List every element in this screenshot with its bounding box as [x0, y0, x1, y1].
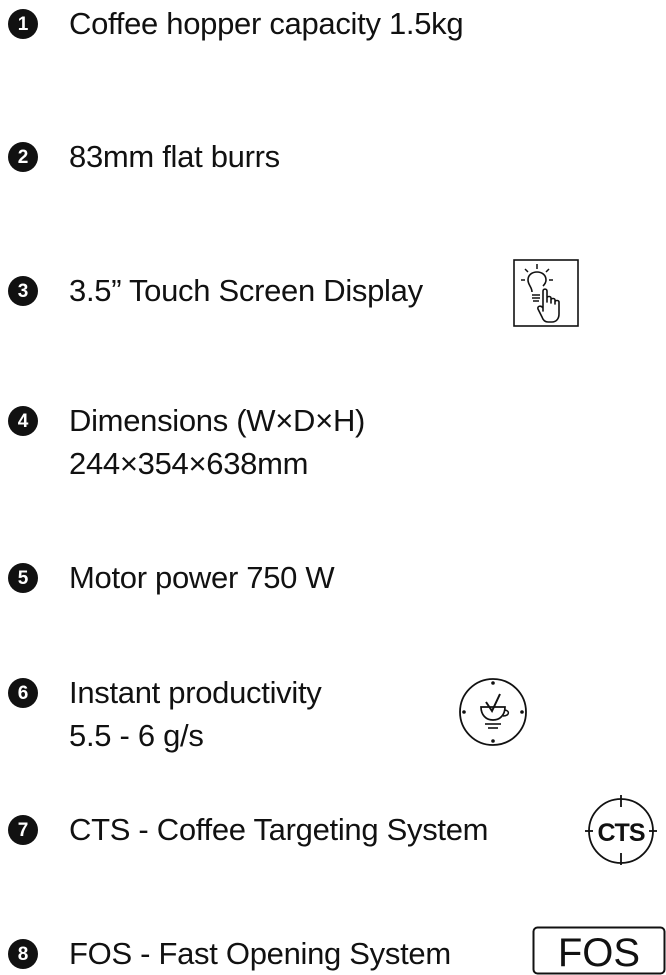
feature-number-badge: 4 [8, 406, 38, 436]
feature-number-badge: 3 [8, 276, 38, 306]
feature-text: Dimensions (W×D×H) 244×354×638mm [69, 399, 365, 485]
feature-text: 83mm flat burrs [69, 135, 280, 178]
feature-text: FOS - Fast Opening System [69, 932, 451, 975]
feature-value: 5.5 - 6 g/s [69, 718, 204, 753]
feature-number-badge: 8 [8, 939, 38, 969]
cts-icon: CTS [585, 795, 657, 865]
feature-text: Coffee hopper capacity 1.5kg [69, 2, 464, 45]
feature-number-badge: 1 [8, 9, 38, 39]
feature-number-badge: 5 [8, 563, 38, 593]
feature-value: 244×354×638mm [69, 446, 309, 481]
feature-label: CTS - Coffee Targeting System [69, 812, 489, 847]
productivity-dial-icon [459, 678, 527, 746]
feature-label: Motor power 750 W [69, 560, 335, 595]
feature-label: 3.5” Touch Screen Display [69, 273, 423, 308]
touch-screen-icon [513, 259, 579, 327]
fos-logo-label: FOS [558, 931, 640, 975]
feature-number-badge: 7 [8, 815, 38, 845]
feature-text: CTS - Coffee Targeting System [69, 808, 488, 851]
feature-label: Instant productivity [69, 675, 322, 710]
feature-text: Instant productivity 5.5 - 6 g/s [69, 671, 322, 757]
feature-label: Dimensions (W×D×H) [69, 403, 366, 438]
feature-number-badge: 6 [8, 678, 38, 708]
feature-label: Coffee hopper capacity 1.5kg [69, 6, 464, 41]
cts-icon-label: CTS [598, 819, 645, 847]
fos-logo-icon: FOS [532, 926, 666, 975]
feature-label: FOS - Fast Opening System [69, 936, 451, 971]
feature-text: 3.5” Touch Screen Display [69, 269, 423, 312]
feature-number-badge: 2 [8, 142, 38, 172]
feature-label: 83mm flat burrs [69, 139, 280, 174]
feature-text: Motor power 750 W [69, 556, 335, 599]
